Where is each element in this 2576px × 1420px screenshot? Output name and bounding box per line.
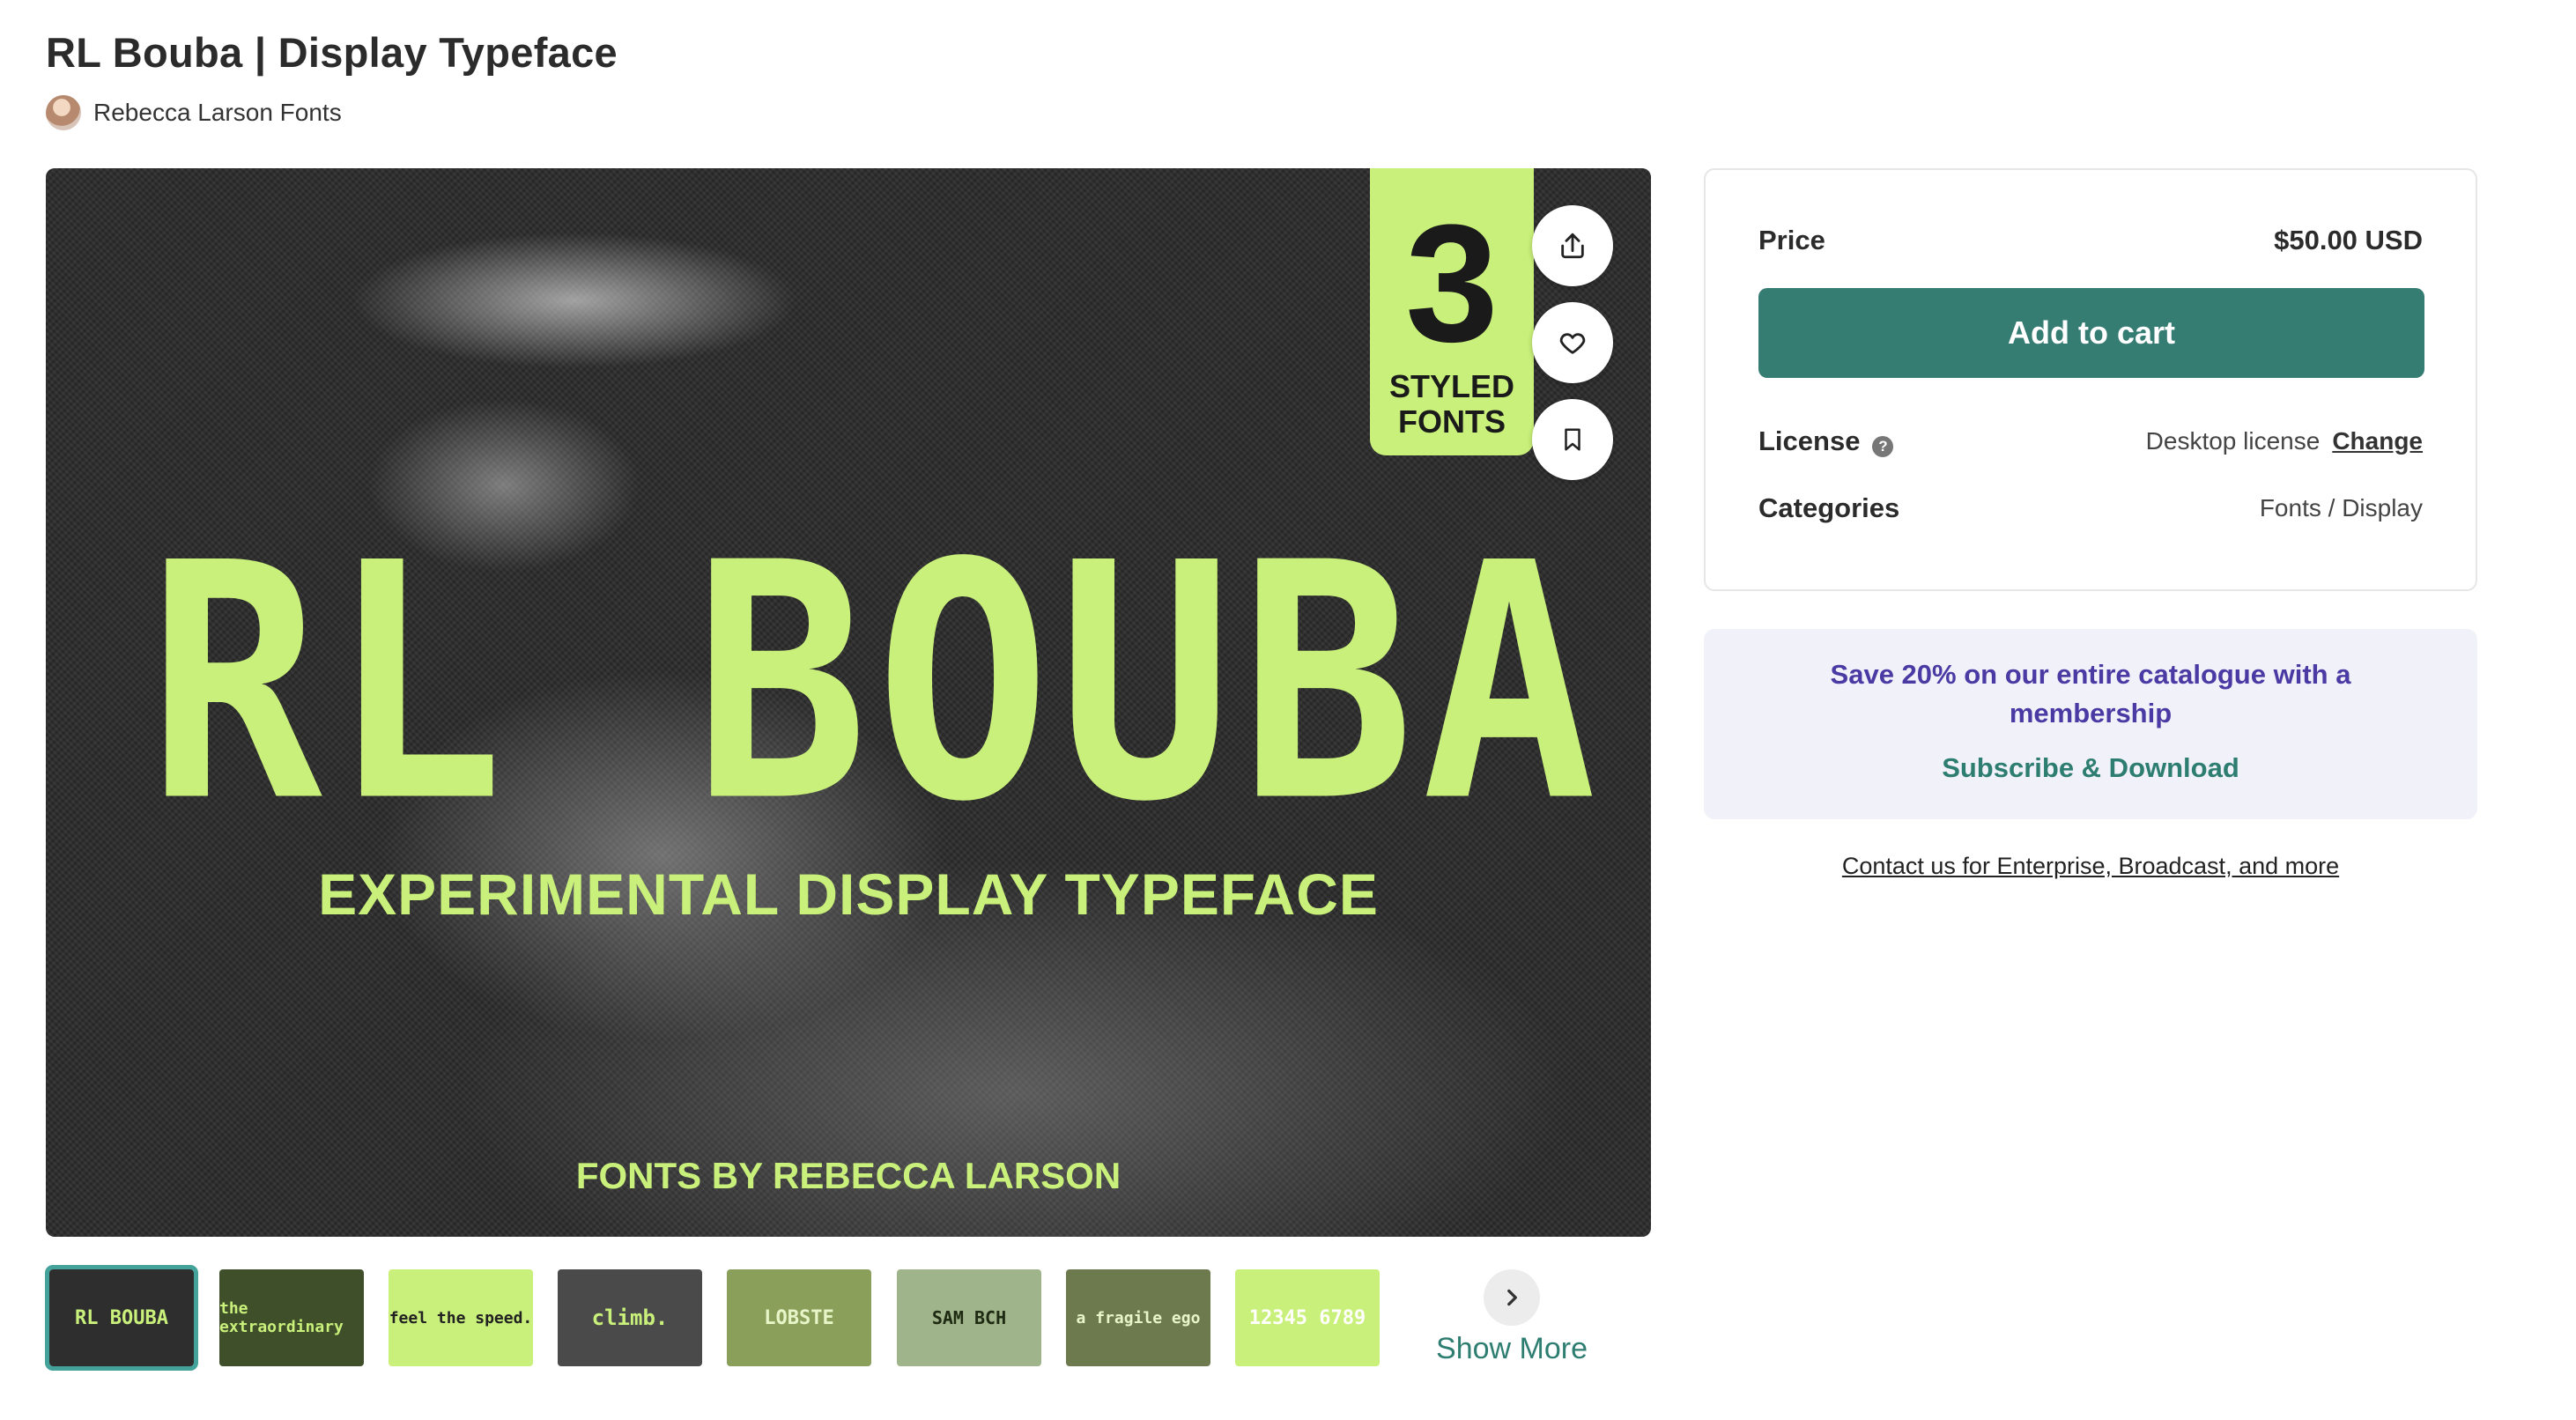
next-thumbnails-button[interactable] — [1484, 1269, 1540, 1326]
categories-value[interactable]: Fonts / Display — [2260, 494, 2423, 522]
price-row: Price $50.00 USD — [1758, 225, 2423, 256]
bookmark-icon — [1565, 428, 1580, 451]
heart-icon — [1559, 333, 1586, 354]
thumbnail[interactable]: feel the speed. — [389, 1269, 533, 1366]
categories-row: Categories Fonts / Display — [1758, 492, 2423, 524]
author-name: Rebecca Larson Fonts — [93, 99, 342, 126]
avatar — [46, 95, 81, 130]
favorite-button[interactable] — [1532, 302, 1613, 383]
thumbnail[interactable]: 12345 6789 — [1235, 1269, 1380, 1366]
categories-label: Categories — [1758, 492, 1900, 523]
thumbnail-text: LOBSTE — [764, 1306, 834, 1329]
bookmark-button[interactable] — [1532, 399, 1613, 480]
thumbnail-text: a fragile ego — [1076, 1308, 1201, 1328]
author-link[interactable]: Rebecca Larson Fonts — [46, 95, 342, 130]
badge-text: STYLED FONTS — [1388, 368, 1514, 440]
license-label: License — [1758, 425, 1861, 456]
license-value: Desktop license — [2145, 427, 2321, 455]
thumbnail[interactable]: a fragile ego — [1066, 1269, 1210, 1366]
subscribe-download-link[interactable]: Subscribe & Download — [1704, 752, 2477, 784]
price-value: $50.00 USD — [2274, 225, 2423, 255]
styled-fonts-badge: 3 STYLED FONTS — [1370, 168, 1534, 455]
hero-subtitle: EXPERIMENTAL DISPLAY TYPEFACE — [318, 862, 1379, 927]
hero-preview-image[interactable]: 3 STYLED FONTS RL BOUBA EXPERIMENTAL DIS… — [46, 168, 1651, 1237]
thumbnail-text: 12345 6789 — [1248, 1306, 1366, 1329]
thumbnail[interactable]: RL BOUBA — [45, 1265, 198, 1371]
share-button[interactable] — [1532, 205, 1613, 286]
share-icon — [1561, 233, 1584, 259]
thumbnail-text: climb. — [591, 1305, 669, 1330]
add-to-cart-button[interactable]: Add to cart — [1758, 288, 2424, 378]
change-license-link[interactable]: Change — [2332, 427, 2423, 455]
thumbnail[interactable]: SAM BCH — [897, 1269, 1041, 1366]
thumbnail-text: SAM BCH — [931, 1307, 1007, 1328]
thumbnail-text: RL BOUBA — [75, 1306, 168, 1329]
thumbnail-text: the extraordinary — [219, 1299, 344, 1336]
chevron-right-icon — [1507, 1289, 1517, 1306]
help-icon[interactable]: ? — [1872, 435, 1894, 457]
promo-text: Save 20% on our entire catalogue with a … — [1830, 659, 2351, 728]
show-more-link[interactable]: Show More — [1401, 1332, 1623, 1366]
page-title: RL Bouba | Display Typeface — [46, 29, 618, 76]
contact-enterprise-link[interactable]: Contact us for Enterprise, Broadcast, an… — [1704, 853, 2477, 880]
price-label: Price — [1758, 225, 1825, 255]
thumbnail[interactable]: the extraordinary — [219, 1269, 364, 1366]
license-row: License? Desktop license Change — [1758, 425, 2423, 457]
badge-number: 3 — [1405, 190, 1499, 377]
thumbnail-text: feel the speed. — [389, 1308, 533, 1328]
hero-credit: FONTS BY REBECCA LARSON — [575, 1155, 1121, 1196]
hero-title: RL BOUBA — [147, 493, 1604, 873]
thumbnail[interactable]: climb. — [558, 1269, 702, 1366]
thumbnail[interactable]: LOBSTE — [727, 1269, 871, 1366]
purchase-card: Price $50.00 USD Add to cart License? De… — [1704, 168, 2477, 591]
membership-promo: Save 20% on our entire catalogue with a … — [1704, 629, 2477, 819]
